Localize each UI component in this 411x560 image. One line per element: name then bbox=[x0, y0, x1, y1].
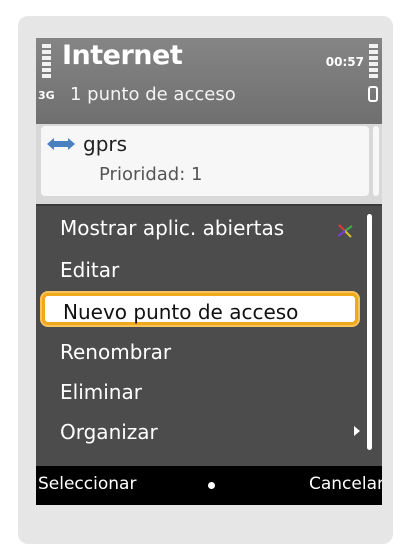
menu-item-delete[interactable]: Eliminar bbox=[60, 380, 142, 404]
access-point-name: gprs bbox=[83, 132, 128, 156]
phone-screen: Internet 00:57 3G 1 punto de acceso gprs… bbox=[36, 38, 382, 505]
menu-item-new-access-point[interactable]: Nuevo punto de acceso bbox=[42, 293, 358, 325]
bidirectional-arrow-icon bbox=[47, 138, 75, 150]
battery-level-icon bbox=[369, 44, 378, 78]
access-point-priority: Prioridad: 1 bbox=[99, 164, 203, 185]
list-scrollbar[interactable] bbox=[373, 126, 379, 196]
network-type-indicator: 3G bbox=[38, 89, 55, 102]
submenu-arrow-icon bbox=[354, 426, 360, 436]
connection-status-icon bbox=[368, 86, 378, 102]
signal-strength-icon bbox=[42, 44, 51, 78]
menu-item-organize[interactable]: Organizar bbox=[60, 420, 158, 444]
softkey-select[interactable]: Seleccionar bbox=[38, 474, 136, 494]
clock: 00:57 bbox=[325, 55, 364, 69]
app-title: Internet bbox=[62, 40, 183, 71]
center-key-dot-icon[interactable] bbox=[208, 482, 215, 489]
menu-item-rename[interactable]: Renombrar bbox=[60, 340, 171, 364]
options-menu: Mostrar aplic. abiertas Editar Nuevo pun… bbox=[36, 204, 382, 468]
menu-item-show-open-apps[interactable]: Mostrar aplic. abiertas bbox=[60, 216, 284, 240]
softkey-cancel[interactable]: Cancelar bbox=[309, 474, 382, 494]
status-header: Internet 00:57 3G 1 punto de acceso bbox=[36, 38, 382, 124]
menu-item-edit[interactable]: Editar bbox=[60, 258, 119, 282]
softkey-bar: Seleccionar Cancelar bbox=[36, 466, 382, 505]
multitask-star-icon bbox=[337, 224, 353, 238]
access-point-item[interactable]: gprs Prioridad: 1 bbox=[41, 126, 369, 196]
page-subtitle: 1 punto de acceso bbox=[70, 84, 236, 105]
menu-scrollbar[interactable] bbox=[367, 214, 372, 450]
